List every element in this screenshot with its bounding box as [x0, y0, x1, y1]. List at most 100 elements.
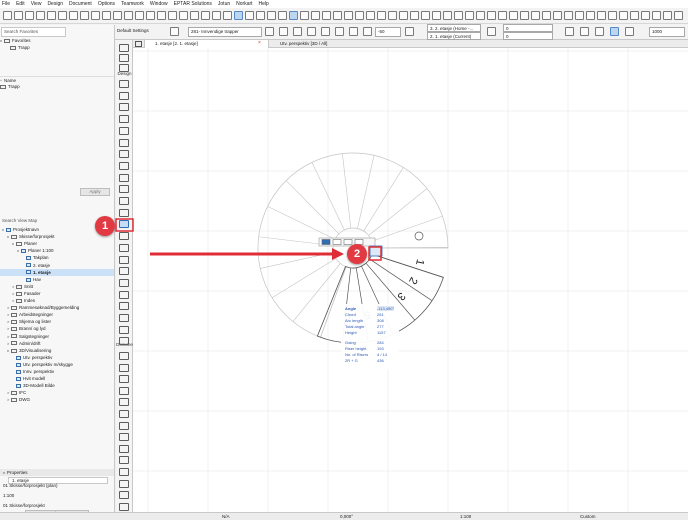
tab-3d-perspective[interactable]: Utv. perspektiv [3D / All]: [270, 40, 380, 48]
tracker-value[interactable]: 436: [377, 358, 384, 363]
tool-icon[interactable]: [119, 375, 129, 384]
tool-icon[interactable]: [119, 232, 129, 241]
tree-item[interactable]: 3D-Modell Bilde: [0, 382, 114, 389]
tool-icon[interactable]: [119, 54, 129, 62]
tool-icon[interactable]: [119, 352, 129, 360]
tool-icon[interactable]: [119, 91, 129, 100]
toolbar-button-icon[interactable]: [267, 11, 276, 20]
toolbar-button-icon[interactable]: [201, 11, 210, 20]
tool-icon[interactable]: [119, 479, 129, 488]
toolbar-button-icon[interactable]: [179, 11, 188, 20]
tree-item[interactable]: Utv. perspektiv: [0, 354, 114, 361]
tool-icon[interactable]: [119, 398, 129, 407]
toolbar-button-icon[interactable]: [487, 11, 496, 20]
tree-item[interactable]: > Fasader: [0, 290, 114, 297]
toolbar-button-icon[interactable]: [388, 11, 397, 20]
menu-item-jotun[interactable]: Jotun: [218, 1, 230, 7]
stair-tool-icon[interactable]: [119, 220, 129, 229]
tool-icon[interactable]: [119, 502, 129, 511]
toolbar-button-icon[interactable]: [366, 11, 375, 20]
menu-item-options[interactable]: Options: [98, 1, 115, 7]
toolbar-button-icon[interactable]: [465, 11, 474, 20]
tool-icon[interactable]: [119, 410, 129, 418]
tab-floor-plan[interactable]: 1. etasje [2. 1. etasje]: [144, 40, 269, 48]
toolbar-button-icon[interactable]: [498, 11, 507, 20]
toolbar-button-icon[interactable]: [421, 11, 430, 20]
toolbar-button-icon[interactable]: [597, 11, 606, 20]
apply-button[interactable]: Apply: [80, 188, 110, 196]
tool-icon[interactable]: [119, 64, 129, 72]
tree-item[interactable]: > Indes: [0, 297, 114, 304]
menu-item-document[interactable]: Document: [69, 1, 92, 7]
tool-icon[interactable]: [119, 208, 129, 217]
tree-item[interactable]: v Planer 1:100: [0, 247, 114, 254]
toolbar-button-icon[interactable]: [377, 11, 386, 20]
toolbar-button-icon[interactable]: [113, 11, 122, 20]
tree-item[interactable]: Utv. perspektiv m/skygge: [0, 361, 114, 368]
infobox-button-icon[interactable]: [580, 27, 589, 36]
tree-item[interactable]: > Brann/ og lyd: [0, 325, 114, 332]
tree-item[interactable]: v Planer: [0, 240, 114, 247]
tool-icon[interactable]: [119, 468, 129, 476]
infobox-button-icon[interactable]: [565, 27, 574, 36]
tree-item[interactable]: > DWG: [0, 396, 114, 403]
toolbar-button-icon[interactable]: [25, 11, 34, 20]
toolbar-button-icon[interactable]: [256, 11, 265, 20]
tree-item[interactable]: 1. etasje: [0, 268, 114, 276]
close-tab-icon[interactable]: ×: [258, 40, 261, 46]
tree-item[interactable]: Hvit modell: [0, 375, 114, 382]
toolbar-button-icon[interactable]: [278, 11, 287, 20]
name-column-header[interactable]: ^ Name: [0, 76, 114, 83]
properties-header[interactable]: v Properties: [0, 469, 114, 476]
tracker-value[interactable]: 193: [377, 346, 384, 351]
tree-item[interactable]: Innv. perspektiv: [0, 368, 114, 375]
tool-icon[interactable]: [119, 103, 129, 112]
toolbar-button-icon[interactable]: [146, 11, 155, 20]
infobox-button-icon[interactable]: [279, 27, 288, 36]
tree-item[interactable]: Hav: [0, 276, 114, 283]
tool-icon[interactable]: [119, 325, 129, 334]
tree-item[interactable]: > Admin/drift: [0, 340, 114, 347]
toolbar-button-icon[interactable]: [641, 11, 650, 20]
menu-item-eptar-solutions[interactable]: EPTAR Solutions: [174, 1, 212, 7]
tree-item[interactable]: > Snitt: [0, 283, 114, 290]
tool-icon[interactable]: [119, 138, 129, 147]
favorites-search-input[interactable]: Search Favorites: [1, 27, 66, 37]
tool-icon[interactable]: [119, 267, 129, 276]
toolbar-button-icon[interactable]: [333, 11, 342, 20]
toolbar-button-icon[interactable]: [300, 11, 309, 20]
infobox-button-icon[interactable]: [321, 27, 330, 36]
tool-icon[interactable]: [119, 314, 129, 322]
toolbar-button-icon[interactable]: [652, 11, 661, 20]
infobox-button-icon[interactable]: [335, 27, 344, 36]
menu-item-file[interactable]: File: [2, 1, 10, 7]
tool-icon[interactable]: [119, 173, 129, 182]
infobox-button-icon[interactable]: [307, 27, 316, 36]
menu-item-norkart[interactable]: Norkart: [236, 1, 252, 7]
toolbar-button-icon[interactable]: [564, 11, 573, 20]
toolbar-button-icon[interactable]: [91, 11, 100, 20]
tool-icon[interactable]: [119, 456, 129, 465]
toolbar-button-icon[interactable]: [36, 11, 45, 20]
tool-icon[interactable]: [119, 363, 129, 372]
toolbar-button-icon[interactable]: [443, 11, 452, 20]
status-angle[interactable]: 0,000°: [340, 514, 353, 519]
infobox-button-icon[interactable]: [349, 27, 358, 36]
tracker-value[interactable]: 1157: [377, 330, 386, 335]
status-scale[interactable]: 1:100: [460, 514, 471, 519]
tool-icon[interactable]: [119, 278, 129, 287]
toolbar-button-icon[interactable]: [542, 11, 551, 20]
toolbar-button-icon[interactable]: [58, 11, 67, 20]
toolbar-button-icon[interactable]: [454, 11, 463, 20]
menu-item-view[interactable]: View: [31, 1, 42, 7]
value-c-field[interactable]: 1000: [649, 27, 685, 37]
toolbar-button-icon[interactable]: [509, 11, 518, 20]
menu-item-window[interactable]: Window: [150, 1, 168, 7]
tree-item[interactable]: > Rammesøknad/Byggemelding: [0, 304, 114, 311]
toolbar-button-icon[interactable]: [663, 11, 672, 20]
toolbar-button-icon[interactable]: [355, 11, 364, 20]
tracker-value[interactable]: 261: [377, 312, 384, 317]
menu-item-help[interactable]: Help: [259, 1, 269, 7]
infobox-button-icon[interactable]: [625, 27, 634, 36]
toolbar-button-icon[interactable]: [80, 11, 89, 20]
